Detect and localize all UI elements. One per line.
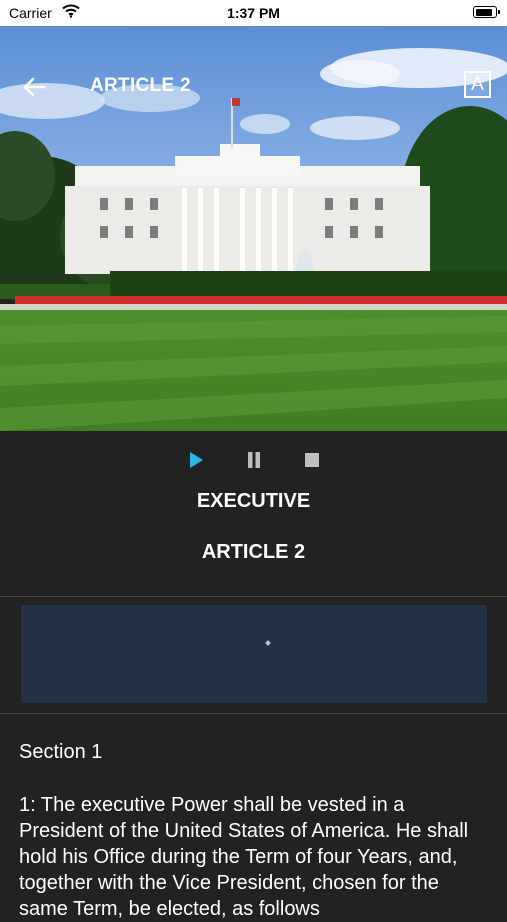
chapter-title: EXECUTIVE: [196, 490, 311, 512]
section-title: Section 1: [19, 741, 103, 763]
font-size-icon: A: [471, 73, 484, 95]
stop-button[interactable]: [301, 449, 323, 471]
nav-title: ARTICLE 2: [90, 75, 191, 96]
arrow-left-icon: [23, 77, 46, 97]
ad-banner[interactable]: [21, 605, 487, 703]
font-size-button[interactable]: A: [464, 71, 491, 98]
white-house-photo: [0, 26, 507, 431]
article-body: 1: The executive Power shall be vested i…: [19, 794, 469, 920]
play-button[interactable]: [185, 449, 207, 471]
divider: [0, 596, 507, 597]
divider: [0, 713, 507, 714]
play-icon: [190, 452, 203, 468]
loading-spinner-icon: [264, 634, 272, 646]
hero-image: ARTICLE 2 A: [0, 26, 507, 431]
stop-icon: [305, 453, 319, 467]
battery-icon: [473, 6, 500, 18]
audio-controls: [0, 449, 507, 471]
back-button[interactable]: [22, 76, 50, 100]
pause-button[interactable]: [243, 449, 265, 471]
pause-icon: [248, 452, 260, 468]
status-time: 1:37 PM: [227, 5, 280, 21]
status-bar: Carrier 1:37 PM: [0, 0, 507, 26]
article-title: ARTICLE 2: [201, 541, 306, 563]
